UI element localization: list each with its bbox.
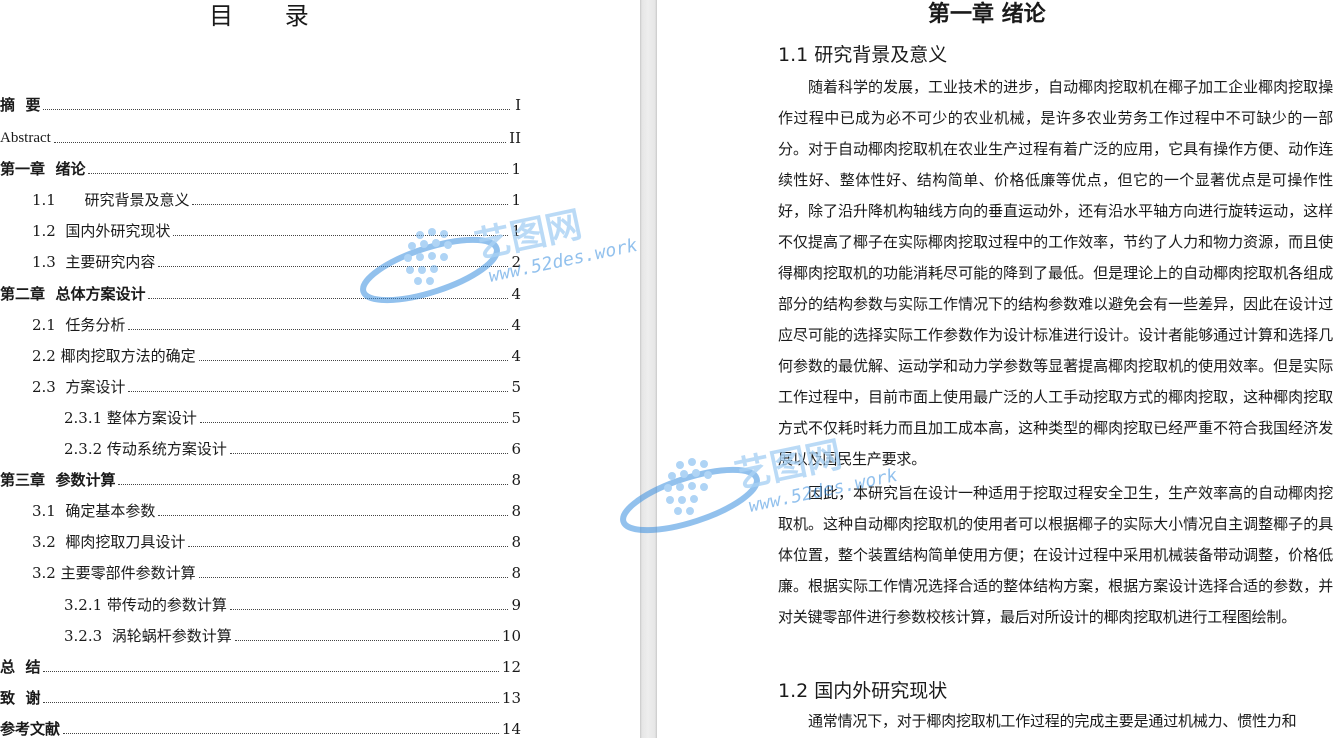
toc-entry-page: 5 [511,378,521,396]
toc-entry-page: 4 [511,316,521,334]
body-paragraph: 通常情况下，对于椰肉挖取机工作过程的完成主要是通过机械力、惯性力和 [808,712,1297,730]
toc-entry[interactable]: 3.2.1 带传动的参数计算 9 [64,593,521,615]
toc-dot-leader [199,421,509,423]
toc-entry-page: 5 [511,409,521,427]
toc-entry-label: 1.2 国内外研究现状 [32,222,171,240]
toc-entry[interactable]: 3.2 椰肉挖取刀具设计 8 [32,530,521,552]
toc-entry-label: 致 谢 [0,689,41,707]
toc-entry-label: 1.1 研究背景及意义 [32,191,190,209]
toc-dot-leader [229,452,509,454]
toc-dot-leader [43,701,499,703]
toc-entry[interactable]: 致 谢 13 [0,686,521,708]
toc-entry[interactable]: 1.2 国内外研究现状 1 [32,219,521,241]
toc-entry-page: I [515,96,521,114]
toc-entry-label: 3.2.1 带传动的参数计算 [64,596,227,614]
toc-entry-page: 12 [501,658,521,676]
toc-dot-leader [229,608,509,610]
toc-entry-label: 2.3 方案设计 [32,378,126,396]
toc-entry-page: II [509,129,521,147]
toc-entry[interactable]: 2.3.1 整体方案设计 5 [64,406,521,428]
toc-entry-page: 6 [511,440,521,458]
toc-entry-page: 8 [511,471,521,489]
toc-dot-leader [128,390,509,392]
toc-entry-page: 14 [501,720,521,738]
toc-dot-leader [198,576,509,578]
toc-entry[interactable]: 2.3 方案设计 5 [32,375,521,397]
toc-entry[interactable]: 参考文献 14 [0,717,521,738]
toc-dot-leader [118,483,509,485]
toc-entry-label: 第一章 绪论 [0,160,86,178]
toc-entry[interactable]: Abstract II [0,126,521,148]
toc-entry[interactable]: 第二章 总体方案设计 4 [0,282,521,304]
toc-dot-leader [63,732,499,734]
toc-dot-leader [188,545,509,547]
section-heading: 1.2 国内外研究现状 [778,680,948,702]
toc-entry-page: 4 [511,347,521,365]
toc-dot-leader [234,639,499,641]
toc-entry[interactable]: 摘 要I [0,93,521,115]
toc-entry-label: 摘 要 [0,96,41,114]
toc-entry[interactable]: 2.3.2 传动系统方案设计 6 [64,437,521,459]
toc-entry[interactable]: 1.3 主要研究内容 2 [32,250,521,272]
body-paragraph: 随着科学的发展，工业技术的进步，自动椰肉挖取机在椰子加工企业椰肉挖取操作过程中已… [778,78,1333,468]
toc-dot-leader [128,328,509,330]
toc-entry-page: 4 [511,285,521,303]
toc-entry[interactable]: 3.2 主要零部件参数计算 8 [32,561,521,583]
toc-entry-label: 1.3 主要研究内容 [32,253,156,271]
toc-dot-leader [88,172,509,174]
toc-dot-leader [43,670,499,672]
toc-entry-page: 13 [501,689,521,707]
toc-entry-label: 3.2 椰肉挖取刀具设计 [32,533,186,551]
toc-entry[interactable]: 2.2 椰肉挖取方法的确定 4 [32,344,521,366]
toc-entry-label: 3.2.3 涡轮蜗杆参数计算 [64,627,232,645]
toc-entry[interactable]: 2.1 任务分析 4 [32,313,521,335]
toc-dot-leader [53,141,507,143]
toc-entry-page: 10 [501,627,521,645]
toc-entry-page: 2 [511,253,521,271]
toc-entry-label: 第二章 总体方案设计 [0,285,146,303]
toc-entry-page: 8 [511,564,521,582]
toc-dot-leader [158,265,509,267]
toc-entry[interactable]: 第三章 参数计算 8 [0,468,521,490]
page-gutter [640,0,657,738]
toc-entry-page: 8 [511,502,521,520]
body-paragraph: 因此，本研究旨在设计一种适用于挖取过程安全卫生，生产效率高的自动椰肉挖取机。这种… [778,484,1333,626]
toc-title: 目 录 [209,2,331,30]
toc-entry-label: 第三章 参数计算 [0,471,116,489]
toc-entry[interactable]: 3.2.3 涡轮蜗杆参数计算 10 [64,624,521,646]
toc-entry-page: 1 [511,191,521,209]
section-heading: 1.1 研究背景及意义 [778,44,948,66]
toc-entry-page: 8 [511,533,521,551]
toc-entry-label: Abstract [0,130,51,146]
toc-entry[interactable]: 3.1 确定基本参数 8 [32,499,521,521]
toc-entry-page: 1 [511,160,521,178]
toc-dot-leader [43,108,510,110]
toc-dot-leader [198,359,509,361]
toc-entry-label: 总 结 [0,658,41,676]
toc-entry-label: 参考文献 [0,720,61,738]
toc-entry-label: 2.2 椰肉挖取方法的确定 [32,347,196,365]
toc-entry[interactable]: 第一章 绪论 1 [0,157,521,179]
toc-entry-label: 3.2 主要零部件参数计算 [32,564,196,582]
toc-entry-label: 3.1 确定基本参数 [32,502,156,520]
chapter-page: 第一章 绪论 1.1 研究背景及意义 随着科学的发展，工业技术的进步，自动椰肉挖… [657,0,1333,738]
toc-entry-page: 9 [511,596,521,614]
toc-dot-leader [148,297,509,299]
toc-page: 目 录 摘 要 I Abstract II 第一章 绪论 1 1.1 研究背景及意义 1 1.2… [0,0,640,738]
toc-entry[interactable]: 总 结 12 [0,655,521,677]
toc-entry-label: 2.3.1 整体方案设计 [64,409,197,427]
toc-entry[interactable]: 1.1 研究背景及意义 1 [32,188,521,210]
toc-entry-label: 2.3.2 传动系统方案设计 [64,440,227,458]
toc-entry-page: 1 [511,222,521,240]
toc-dot-leader [158,514,509,516]
toc-entry-label: 2.1 任务分析 [32,316,126,334]
toc-dot-leader [173,234,509,236]
toc-dot-leader [192,203,509,205]
